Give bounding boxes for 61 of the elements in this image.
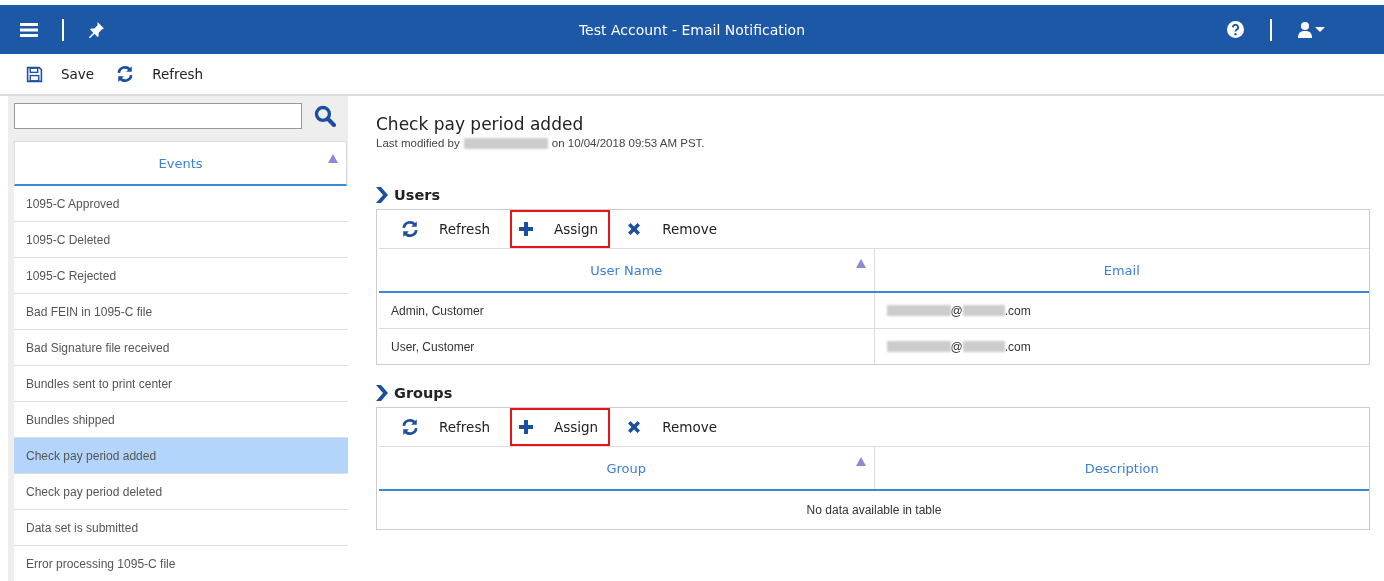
event-item[interactable]: Bundles shipped (14, 402, 348, 438)
chevron-icon (376, 187, 388, 203)
save-button[interactable]: Save (26, 65, 95, 83)
event-item[interactable]: Bad Signature file received (14, 330, 348, 366)
assign-button[interactable]: Assign (510, 408, 611, 446)
event-item[interactable]: 1095-C Approved (14, 186, 348, 222)
sort-icon (855, 259, 866, 268)
redacted-mark (886, 305, 951, 316)
email-domain: .com (1004, 339, 1031, 354)
column-header[interactable]: User Name (379, 248, 874, 292)
modified-label: Last modified by (376, 137, 460, 149)
search-field[interactable] (14, 103, 302, 129)
menu-icon[interactable] (20, 21, 38, 38)
event-item[interactable]: 1095-C Deleted (14, 222, 348, 258)
remove-button[interactable]: Remove (618, 408, 729, 446)
chevron-icon (376, 385, 388, 401)
sort-icon (328, 154, 338, 163)
email-at: @ (950, 339, 963, 354)
close-icon (626, 419, 643, 435)
refresh-icon (401, 220, 419, 238)
remove-button[interactable]: Remove (618, 210, 729, 248)
assign-button[interactable]: Assign (510, 210, 611, 248)
pin-icon[interactable] (88, 21, 105, 38)
event-item[interactable]: Bad FEIN in 1095-C file (14, 294, 348, 330)
refresh-button[interactable]: Refresh (116, 65, 204, 83)
column-header[interactable]: Description (874, 446, 1369, 490)
section-title: Groups (394, 385, 453, 401)
header-label: Events (158, 155, 203, 171)
refresh-icon (116, 65, 135, 83)
sort-icon (855, 457, 866, 466)
redacted-mark (962, 305, 1005, 316)
user-menu-icon[interactable] (1298, 21, 1328, 38)
window-title: Test Account - Email Notification (578, 21, 806, 38)
modified-date: on 10/04/2018 09:53 AM PST. (551, 137, 705, 149)
email-domain: .com (1004, 303, 1031, 318)
save-icon (26, 65, 43, 83)
page-title: Check pay period added (376, 114, 585, 134)
search-icon[interactable] (314, 105, 336, 127)
refresh-icon (401, 418, 419, 436)
column-header[interactable]: Events (14, 141, 347, 186)
close-icon (626, 221, 643, 237)
plus-icon (518, 221, 534, 237)
plus-icon (518, 419, 534, 435)
help-icon[interactable] (1227, 21, 1244, 38)
event-item[interactable]: Check pay period added (14, 438, 348, 474)
event-item[interactable]: Error processing 1095-C file (14, 546, 348, 581)
event-item[interactable]: Data set is submitted (14, 510, 348, 546)
table-cell: User, Customer (379, 328, 874, 364)
redacted-mark (962, 341, 1005, 352)
empty-message: No data available in table (379, 490, 1369, 529)
redacted-mark (886, 341, 951, 352)
column-header[interactable]: Email (874, 248, 1369, 292)
event-item[interactable]: 1095-C Rejected (14, 258, 348, 294)
refresh-button[interactable]: Refresh (393, 408, 502, 446)
email-at: @ (950, 303, 963, 318)
section-title: Users (394, 187, 441, 203)
refresh-button[interactable]: Refresh (393, 210, 502, 248)
event-item[interactable]: Bundles sent to print center (14, 366, 348, 402)
column-header[interactable]: Group (379, 446, 874, 490)
table-cell: Admin, Customer (379, 292, 874, 329)
event-item[interactable]: Check pay period deleted (14, 474, 348, 510)
